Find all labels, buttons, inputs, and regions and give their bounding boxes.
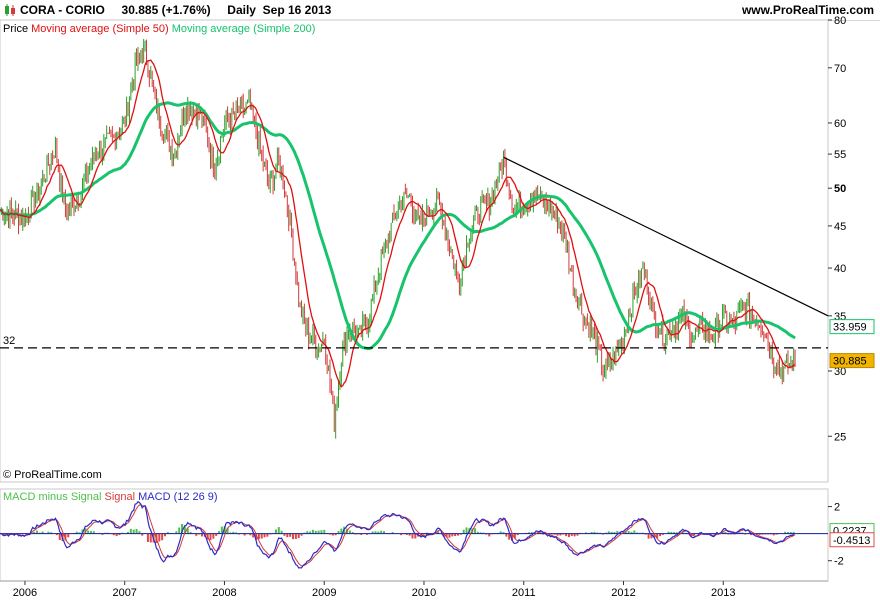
x-tick-label: 2010 [412, 587, 436, 599]
y-tick-label: 25 [834, 431, 846, 443]
x-tick-label: 2008 [212, 587, 236, 599]
y-tick-label: 60 [834, 118, 846, 130]
macd-legend: MACD minus Signal Signal MACD (12 26 9) [3, 491, 218, 503]
price-panel [0, 19, 829, 483]
support-label: 32 [3, 335, 15, 347]
y-tick-label: 70 [834, 63, 846, 75]
x-tick-label: 2007 [112, 587, 136, 599]
macd-y-tick-label: -2 [834, 556, 844, 568]
x-tick-label: 2013 [711, 587, 735, 599]
x-tick-label: 2009 [312, 587, 336, 599]
signal-last-value: -0.4513 [833, 535, 870, 547]
y-tick-label: 55 [834, 149, 846, 161]
sma200-last-value: 33.959 [833, 322, 867, 334]
x-tick-label: 2011 [512, 587, 536, 599]
y-tick-label: 40 [834, 263, 846, 275]
price-legend: Price Moving average (Simple 50) Moving … [3, 23, 315, 35]
y-tick-label: 80 [834, 15, 846, 27]
watermark: © ProRealTime.com [3, 469, 102, 481]
y-tick-label: 45 [834, 221, 846, 233]
macd-y-tick-label: 2 [834, 502, 840, 514]
price-chart[interactable]: 25303540455055607080-222006 2007 2008 2009 2… [0, 0, 880, 600]
price-last-value: 30.885 [833, 356, 867, 368]
y-tick-label: 50 [834, 183, 846, 195]
x-tick-label: 2012 [611, 587, 635, 599]
x-tick-label: 2006 [13, 587, 37, 599]
